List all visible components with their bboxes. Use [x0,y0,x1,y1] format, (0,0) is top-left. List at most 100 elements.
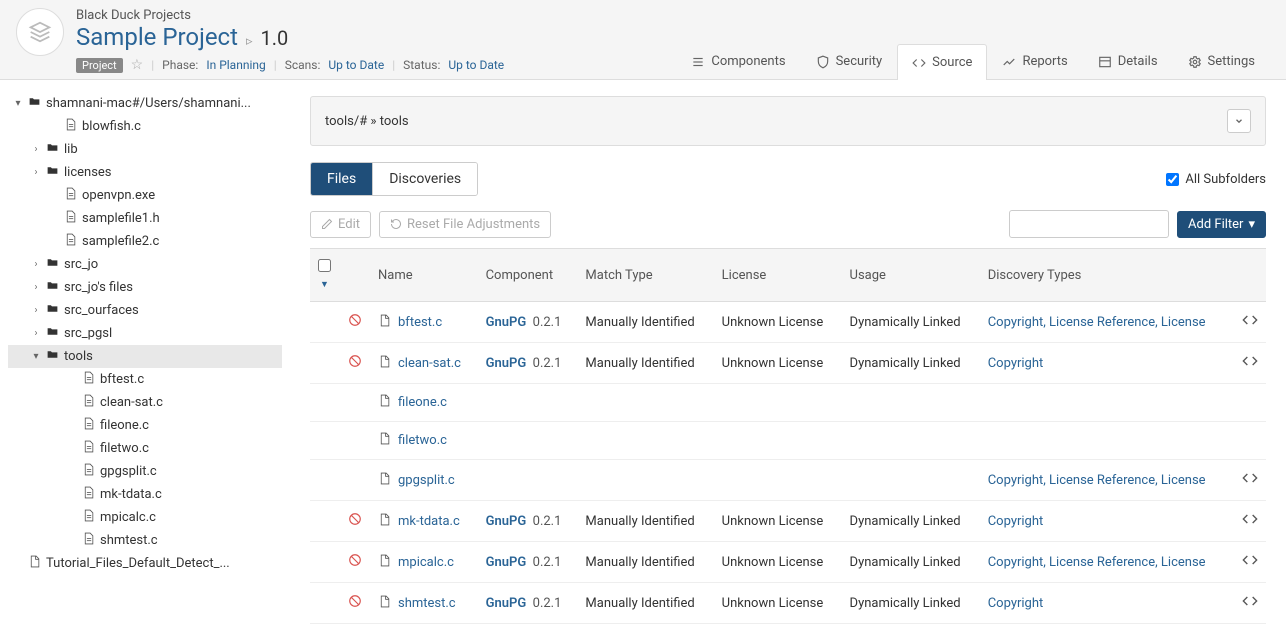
col-usage[interactable]: Usage [842,249,980,302]
tree-item[interactable]: ›licenses [8,161,282,184]
file-name-link[interactable]: gpgsplit.c [378,472,470,489]
col-discovery[interactable]: Discovery Types [980,249,1234,302]
component-link[interactable]: GnuPG [486,356,527,371]
table-row[interactable]: shmtest.c GnuPG 0.2.1 Manually Identifie… [310,583,1266,624]
discovery-link[interactable]: Copyright [988,514,1044,529]
file-name-link[interactable]: clean-sat.c [378,355,470,372]
caret-right-icon[interactable]: › [30,167,42,178]
tab-reports[interactable]: Reports [987,43,1082,79]
tree-item[interactable]: gpgsplit.c [8,460,282,483]
tree-item[interactable]: filetwo.c [8,437,282,460]
app-logo [16,8,64,56]
tab-settings[interactable]: Settings [1173,43,1270,79]
code-icon[interactable] [1242,317,1258,332]
caret-right-icon[interactable]: › [30,144,42,155]
folder-icon [46,348,60,365]
tree-item[interactable]: samplefile2.c [8,230,282,253]
table-row[interactable]: bftest.c GnuPG 0.2.1 Manually Identified… [310,302,1266,343]
tree-item[interactable]: ›lib [8,138,282,161]
reset-button[interactable]: Reset File Adjustments [379,211,551,238]
status-value[interactable]: Up to Date [448,58,504,72]
tree-item[interactable]: fileone.c [8,414,282,437]
caret-right-icon[interactable]: › [30,328,42,339]
tree-item-label: mk-tdata.c [100,487,162,502]
subtab-discoveries[interactable]: Discoveries [372,163,477,195]
caret-right-icon[interactable]: › [30,259,42,270]
tree-item[interactable]: openvpn.exe [8,184,282,207]
file-name-link[interactable]: fileone.c [378,394,470,411]
tree-item-label: blowfish.c [82,119,141,134]
discovery-link[interactable]: Copyright, License Reference, License [988,555,1206,570]
caret-right-icon[interactable]: › [30,305,42,316]
file-name-link[interactable]: mpicalc.c [378,554,470,571]
discovery-link[interactable]: Copyright [988,596,1044,611]
code-icon[interactable] [1242,358,1258,373]
tab-details[interactable]: Details [1083,43,1173,79]
tree-item[interactable]: ▾tools [8,345,282,368]
caret-down-icon[interactable]: ▾ [30,351,42,362]
project-title[interactable]: Sample Project [76,23,238,51]
add-filter-button[interactable]: Add Filter ▾ [1177,211,1266,238]
file-icon [82,486,96,503]
file-name-link[interactable]: shmtest.c [378,595,470,612]
component-link[interactable]: GnuPG [486,315,527,330]
table-row[interactable]: mk-tdata.c GnuPG 0.2.1 Manually Identifi… [310,501,1266,542]
discovery-link[interactable]: Copyright, License Reference, License [988,315,1206,330]
component-version: 0.2.1 [533,514,562,529]
tree-item[interactable]: blowfish.c [8,115,282,138]
file-name-link[interactable]: bftest.c [378,314,470,331]
scans-value[interactable]: Up to Date [328,58,384,72]
version-caret-icon: ▹ [246,34,253,49]
tab-source[interactable]: Source [897,44,987,80]
tree-item[interactable]: bftest.c [8,368,282,391]
breadcrumb[interactable]: Black Duck Projects [76,8,676,23]
col-match[interactable]: Match Type [577,249,713,302]
filter-input[interactable] [1009,210,1169,238]
code-icon[interactable] [1242,557,1258,572]
tree-item[interactable]: clean-sat.c [8,391,282,414]
tree-item[interactable]: ›src_pgsl [8,322,282,345]
project-version[interactable]: 1.0 [260,26,288,50]
table-row[interactable]: mpicalc.c GnuPG 0.2.1 Manually Identifie… [310,542,1266,583]
caret-down-icon[interactable]: ▼ [320,280,329,290]
code-icon[interactable] [1242,598,1258,613]
component-link[interactable]: GnuPG [486,555,527,570]
tree-item[interactable]: mk-tdata.c [8,483,282,506]
table-row[interactable]: clean-sat.c GnuPG 0.2.1 Manually Identif… [310,343,1266,384]
tree-item[interactable]: Tutorial_Files_Default_Detect_... [8,552,282,575]
file-name-link[interactable]: filetwo.c [378,432,470,449]
table-row[interactable]: filetwo.c [310,422,1266,460]
caret-down-icon[interactable]: ▾ [12,98,24,109]
discovery-link[interactable]: Copyright [988,356,1044,371]
tab-components[interactable]: Components [676,43,800,79]
table-row[interactable]: fileone.c [310,384,1266,422]
table-row[interactable]: gpgsplit.c Copyright, License Reference,… [310,460,1266,501]
tree-item[interactable]: shmtest.c [8,529,282,552]
star-icon[interactable]: ☆ [131,57,144,73]
edit-button[interactable]: Edit [310,211,371,238]
file-icon [82,371,96,388]
tree-root[interactable]: ▾ shamnani-mac#/Users/shamnani... [8,92,282,115]
path-dropdown-button[interactable] [1227,109,1251,133]
col-name[interactable]: Name [370,249,478,302]
file-name-link[interactable]: mk-tdata.c [378,513,470,530]
tree-item[interactable]: ›src_ourfaces [8,299,282,322]
tree-item[interactable]: ›src_jo's files [8,276,282,299]
tree-item[interactable]: mpicalc.c [8,506,282,529]
component-link[interactable]: GnuPG [486,596,527,611]
caret-right-icon[interactable]: › [30,282,42,293]
col-license[interactable]: License [714,249,842,302]
phase-value[interactable]: In Planning [206,58,265,72]
code-icon[interactable] [1242,516,1258,531]
component-link[interactable]: GnuPG [486,514,527,529]
col-component[interactable]: Component [478,249,578,302]
subtab-files[interactable]: Files [311,163,372,195]
tab-security[interactable]: Security [801,43,898,79]
all-subfolders-checkbox[interactable] [1166,173,1179,186]
select-all-checkbox[interactable] [318,259,331,272]
tree-item[interactable]: samplefile1.h [8,207,282,230]
discovery-link[interactable]: Copyright, License Reference, License [988,473,1206,488]
tree-item-label: mpicalc.c [100,510,156,525]
tree-item[interactable]: ›src_jo [8,253,282,276]
code-icon[interactable] [1242,475,1258,490]
